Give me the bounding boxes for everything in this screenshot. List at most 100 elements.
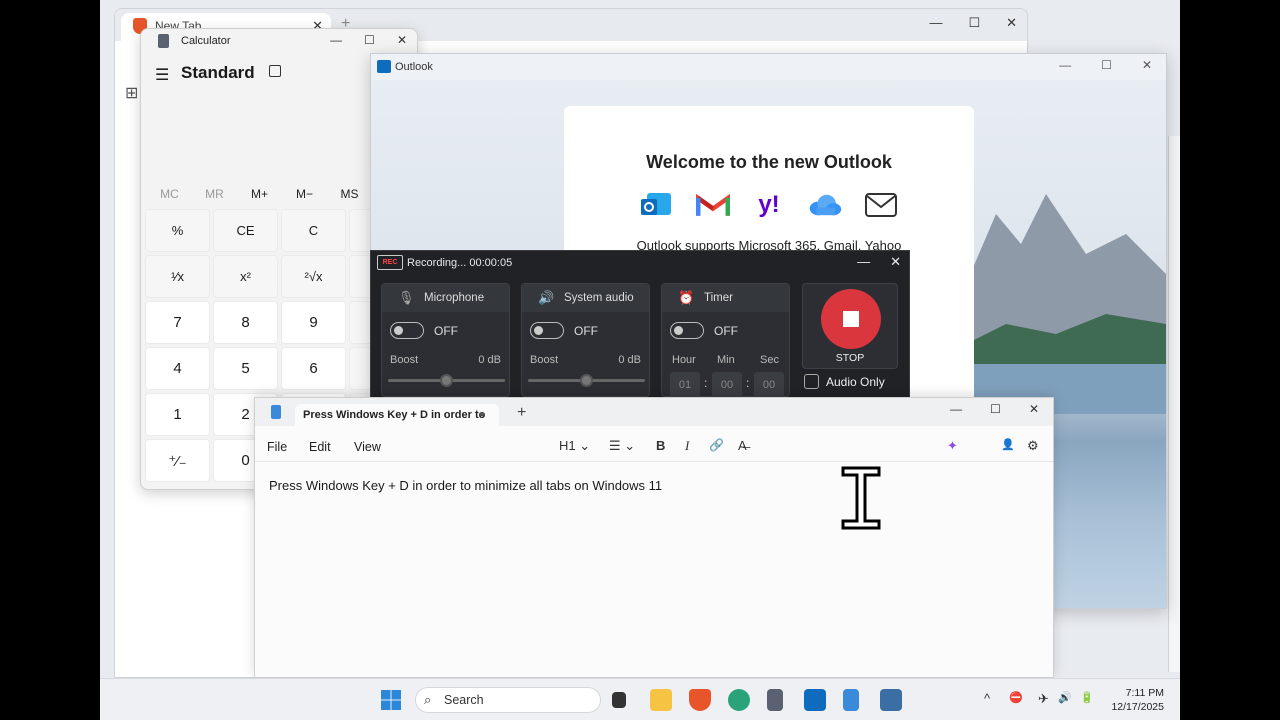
memory-subtract-button[interactable]: M− <box>282 187 327 201</box>
taskbar-search[interactable]: ⌕ Search <box>415 687 601 713</box>
chevron-up-icon[interactable]: ^ <box>984 691 990 706</box>
list-dropdown[interactable]: ☰ ⌄ <box>609 438 635 454</box>
edit-menu[interactable]: Edit <box>309 440 331 454</box>
view-menu[interactable]: View <box>354 440 381 454</box>
stop-label: STOP <box>835 352 865 364</box>
digit-1-key[interactable]: 1 <box>145 393 210 436</box>
timer-toggle[interactable] <box>670 322 704 339</box>
maximize-button[interactable]: ☐ <box>990 402 1001 416</box>
screen-recorder-icon[interactable] <box>880 689 902 711</box>
outlook-provider-icon <box>640 190 674 220</box>
system-audio-toggle[interactable] <box>530 322 564 339</box>
minimize-button[interactable]: — <box>857 254 870 270</box>
maximize-button[interactable]: ☐ <box>1101 58 1112 72</box>
battery-icon[interactable]: 🔋 <box>1080 691 1094 704</box>
notepad-tab[interactable]: Press Windows Key + D in order to ● <box>295 404 499 427</box>
recorder-titlebar: REC Recording... 00:00:05 — ✕ <box>371 251 909 275</box>
memory-clear-button[interactable]: MC <box>147 187 192 201</box>
clear-formatting-icon[interactable]: A̶ <box>738 438 747 453</box>
microphone-toggle[interactable] <box>390 322 424 339</box>
system-audio-boost-slider[interactable] <box>528 374 645 387</box>
maximize-button[interactable]: ☐ <box>968 15 980 31</box>
volume-icon[interactable]: 🔊 <box>1058 691 1072 704</box>
second-input[interactable]: 00 <box>754 372 784 398</box>
audio-only-checkbox[interactable]: Audio Only <box>802 374 885 389</box>
system-audio-state: OFF <box>574 324 598 338</box>
timer-state: OFF <box>714 324 738 338</box>
memory-store-button[interactable]: MS <box>327 187 372 201</box>
network-icon[interactable]: ⛔ <box>1009 691 1023 704</box>
timer-panel: ⏰ Timer OFF Hour Min Sec 01 : 00 : 00 <box>661 283 790 398</box>
checkbox-icon[interactable] <box>804 374 819 389</box>
new-tab-button[interactable]: + <box>517 404 526 422</box>
notepad-text-area[interactable]: Press Windows Key + D in order to minimi… <box>255 462 1053 678</box>
unsaved-indicator[interactable]: ● <box>479 409 485 420</box>
heading-dropdown[interactable]: H1 ⌄ <box>559 438 590 454</box>
digit-4-key[interactable]: 4 <box>145 347 210 390</box>
task-view-icon[interactable] <box>612 692 626 708</box>
speaker-icon: 🔊 <box>538 290 555 305</box>
yahoo-provider-icon: y! <box>758 191 780 218</box>
minimize-button[interactable]: — <box>1059 58 1071 72</box>
microphone-boost-slider[interactable] <box>388 374 505 387</box>
calculator-icon[interactable] <box>767 689 783 711</box>
text-cursor-icon <box>841 466 881 530</box>
close-button[interactable]: ✕ <box>397 33 407 47</box>
square-key[interactable]: x² <box>213 255 278 298</box>
clear-key[interactable]: C <box>281 209 346 252</box>
slider-knob[interactable] <box>440 374 453 387</box>
minimize-button[interactable]: — <box>950 402 962 416</box>
stop-recording-button[interactable] <box>821 289 881 349</box>
minimize-button[interactable]: — <box>929 15 942 31</box>
minimize-button[interactable]: — <box>330 33 342 47</box>
screen-recorder-window: REC Recording... 00:00:05 — ✕ 🎙 Microphon… <box>370 250 910 398</box>
outlook-icon[interactable] <box>804 689 826 711</box>
keep-on-top-icon[interactable] <box>269 65 281 77</box>
copilot-icon[interactable]: ✦ <box>947 438 958 454</box>
alarm-clock-icon: ⏰ <box>678 290 695 305</box>
close-button[interactable]: ✕ <box>890 254 901 270</box>
digit-9-key[interactable]: 9 <box>281 301 346 344</box>
side-panel <box>1168 136 1180 672</box>
account-icon[interactable]: 👤 <box>1001 438 1015 451</box>
digit-6-key[interactable]: 6 <box>281 347 346 390</box>
clock[interactable]: 7:11 PM 12/17/2025 <box>1111 686 1164 714</box>
reciprocal-key[interactable]: ¹⁄x <box>145 255 210 298</box>
link-icon[interactable]: 🔗 <box>709 438 724 452</box>
close-button[interactable]: ✕ <box>1006 15 1017 31</box>
memory-add-button[interactable]: M+ <box>237 187 282 201</box>
percent-key[interactable]: % <box>145 209 210 252</box>
gear-icon[interactable]: ⚙ <box>1027 438 1039 454</box>
digit-7-key[interactable]: 7 <box>145 301 210 344</box>
brave-icon[interactable] <box>689 689 711 711</box>
slider-knob[interactable] <box>580 374 593 387</box>
digit-8-key[interactable]: 8 <box>213 301 278 344</box>
italic-button[interactable]: I <box>685 438 689 454</box>
calculator-icon <box>158 34 169 48</box>
rec-icon: REC <box>377 255 403 270</box>
apps-grid-icon[interactable]: ⊞ <box>125 83 138 103</box>
minute-input[interactable]: 00 <box>712 372 742 398</box>
memory-recall-button[interactable]: MR <box>192 187 237 201</box>
hour-input[interactable]: 01 <box>670 372 700 398</box>
search-icon: ⌕ <box>424 692 432 707</box>
notepad-icon[interactable] <box>843 689 859 711</box>
hamburger-menu-icon[interactable]: ☰ <box>155 65 169 85</box>
close-button[interactable]: ✕ <box>1142 58 1152 72</box>
square-root-key[interactable]: ²√x <box>281 255 346 298</box>
bold-button[interactable]: B <box>656 438 665 453</box>
calculator-mode: Standard <box>181 63 255 82</box>
close-button[interactable]: ✕ <box>1029 402 1039 416</box>
clear-entry-key[interactable]: CE <box>213 209 278 252</box>
edge-icon[interactable] <box>728 689 750 711</box>
negate-key[interactable]: ⁺⁄₋ <box>145 439 210 482</box>
maximize-button[interactable]: ☐ <box>364 33 375 47</box>
file-explorer-icon[interactable] <box>650 689 672 711</box>
windows-start-icon[interactable] <box>380 689 402 711</box>
time-separator: : <box>746 376 750 390</box>
airplane-icon[interactable]: ✈ <box>1038 691 1049 707</box>
digit-5-key[interactable]: 5 <box>213 347 278 390</box>
mail-provider-icon <box>864 190 898 220</box>
file-menu[interactable]: File <box>267 440 287 454</box>
gmail-provider-icon <box>696 190 730 220</box>
